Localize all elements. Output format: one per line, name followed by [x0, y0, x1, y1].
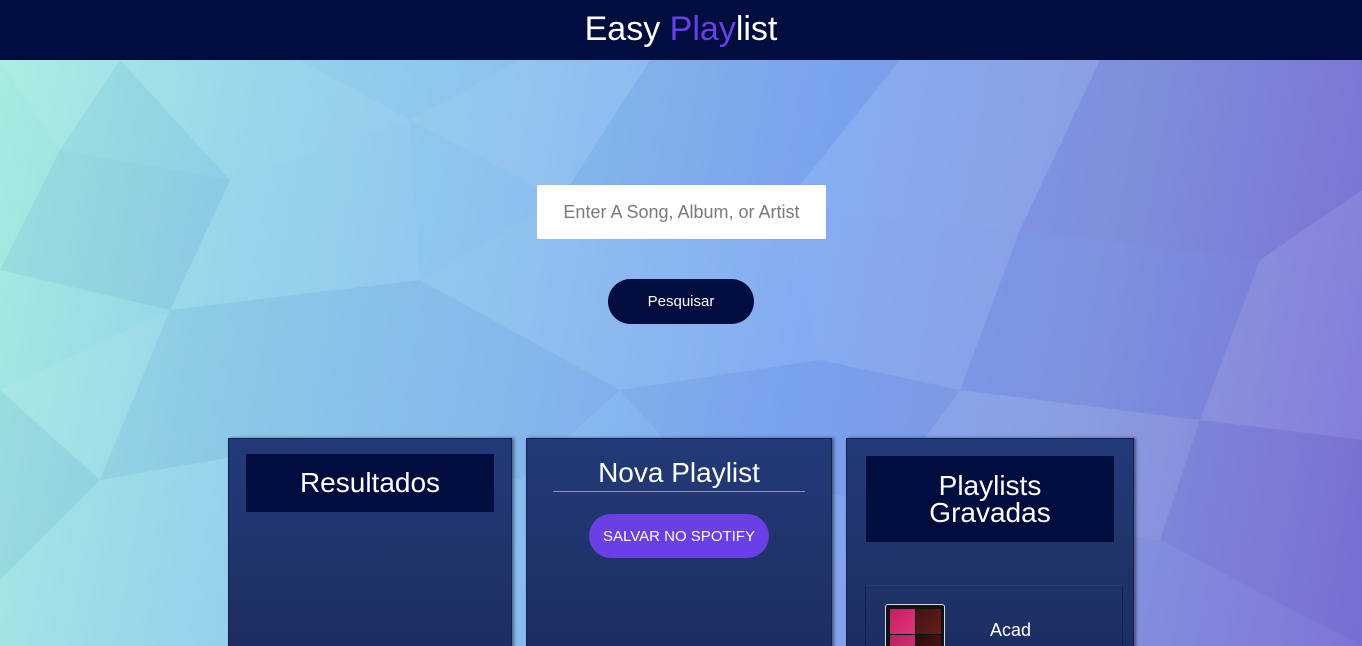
saved-playlist-item[interactable]: Acad — [866, 586, 1122, 646]
new-playlist-title[interactable]: Nova Playlist — [553, 457, 805, 492]
search-button[interactable]: Pesquisar — [608, 279, 754, 324]
title-part-play: Play — [669, 10, 736, 48]
album-collage-icon — [885, 604, 945, 646]
title-part-easy: Easy — [584, 10, 670, 48]
results-panel: Resultados — [228, 438, 512, 646]
app-title: Easy Playlist — [585, 10, 778, 48]
search-input[interactable] — [537, 185, 826, 239]
saved-playlists-list: Acad — [865, 585, 1123, 646]
saved-playlists-panel: Playlists Gravadas Acad — [846, 438, 1134, 646]
new-playlist-panel: Nova Playlist SALVAR NO SPOTIFY — [526, 438, 832, 646]
results-heading: Resultados — [246, 454, 494, 512]
save-to-spotify-button[interactable]: SALVAR NO SPOTIFY — [589, 514, 769, 558]
saved-playlist-name: Acad — [990, 620, 1032, 640]
app-header: Easy Playlist — [0, 0, 1362, 60]
title-part-list: list — [735, 10, 778, 48]
saved-heading-line2: Gravadas — [929, 497, 1051, 528]
saved-playlists-heading: Playlists Gravadas — [866, 456, 1114, 542]
saved-heading-line1: Playlists — [938, 470, 1042, 501]
